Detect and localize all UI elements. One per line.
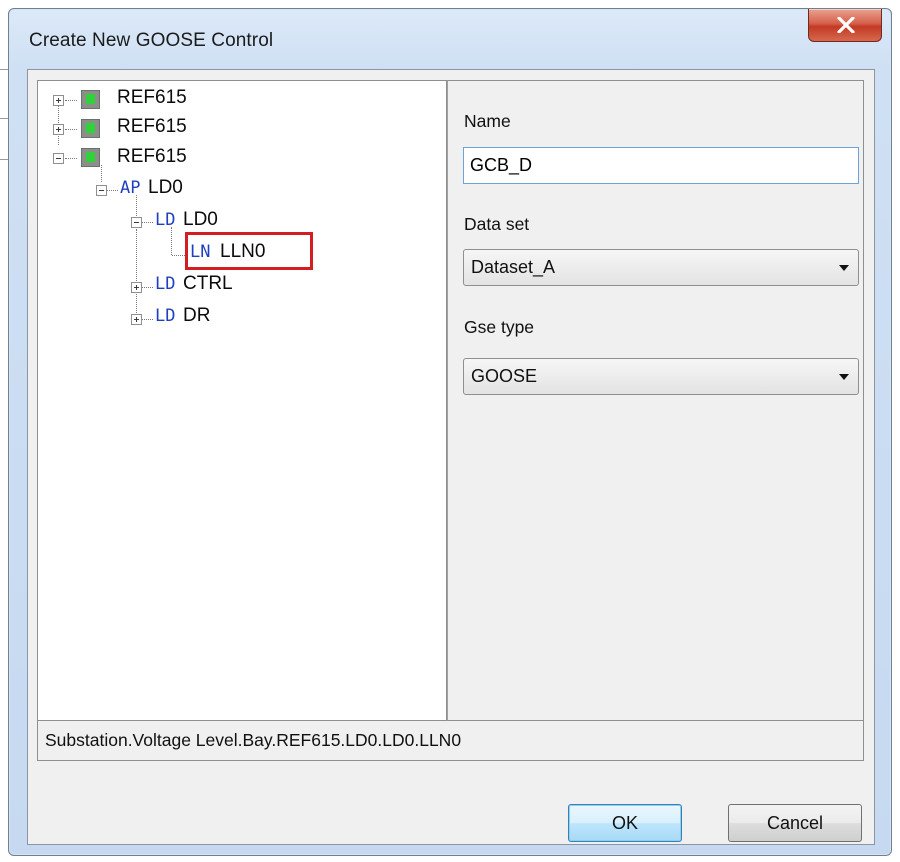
expand-icon[interactable] [131,282,142,293]
tree-node-ap[interactable]: LD0 [148,177,183,199]
dataset-selected-value: Dataset_A [471,257,556,277]
selection-highlight [185,232,313,270]
goose-control-dialog: Create New GOOSE Control REF615 REF615 R… [8,8,892,856]
selection-path: Substation.Voltage Level.Bay.REF615.LD0.… [45,730,462,750]
ap-type-tag: AP [120,178,141,198]
ok-button[interactable]: OK [568,804,682,842]
cancel-button[interactable]: Cancel [728,804,862,842]
ied-device-icon [81,90,100,109]
close-button[interactable] [808,9,882,42]
tree-node-ld[interactable]: CTRL [183,273,233,295]
tree-connector [171,227,172,255]
collapse-icon[interactable] [131,217,142,228]
tree-node-ied[interactable]: REF615 [117,87,187,109]
dataset-dropdown[interactable]: Dataset_A [463,249,859,286]
tree-connector [136,229,137,325]
ied-device-icon [81,148,100,167]
ld-type-tag: LD [155,274,176,294]
gse-type-dropdown[interactable]: GOOSE [463,358,859,395]
tree-connector [65,100,77,101]
dialog-client-area: REF615 REF615 REF615 AP LD0 LD LD0 LN LL… [27,69,875,845]
tree-connector [65,158,77,159]
chevron-down-icon [839,374,849,380]
ied-device-icon [81,119,100,138]
tree-connector [58,100,59,145]
name-field[interactable] [463,147,859,184]
tree-connector [136,195,137,218]
properties-panel: Name Data set Dataset_A Gse type GOOSE [447,80,864,721]
gse-type-selected-value: GOOSE [471,366,538,386]
tree-node-ied[interactable]: REF615 [117,116,187,138]
tree-connector [101,165,102,182]
expand-icon[interactable] [131,314,142,325]
collapse-icon[interactable] [96,185,107,196]
tree-connector [107,190,118,191]
tree-node-ld[interactable]: LD0 [183,209,218,231]
tree-connector [142,287,153,288]
tree-node-ied[interactable]: REF615 [117,146,187,168]
tree-node-ld[interactable]: DR [183,305,210,327]
dialog-title: Create New GOOSE Control [29,30,274,51]
dataset-label: Data set [464,214,530,234]
tree-connector [142,319,153,320]
ld-type-tag: LD [155,210,176,230]
collapse-icon[interactable] [53,153,64,164]
tree-connector [65,129,77,130]
ied-tree-view[interactable]: REF615 REF615 REF615 AP LD0 LD LD0 LN LL… [37,80,447,721]
name-label: Name [464,111,511,131]
expand-icon[interactable] [53,124,64,135]
tree-connector [142,222,153,223]
expand-icon[interactable] [53,95,64,106]
title-bar[interactable]: Create New GOOSE Control [9,9,891,69]
chevron-down-icon [839,265,849,271]
gse-type-label: Gse type [464,317,535,337]
ld-type-tag: LD [155,306,176,326]
selection-path-bar: Substation.Voltage Level.Bay.REF615.LD0.… [37,721,864,761]
close-icon [837,17,855,33]
